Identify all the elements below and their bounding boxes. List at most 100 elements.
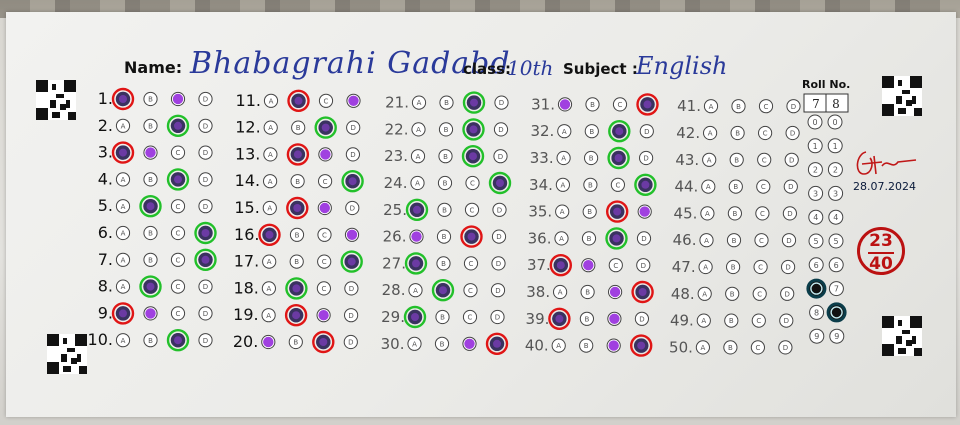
filled-tint: [146, 202, 155, 211]
question-number: 36.: [528, 229, 552, 247]
filled-tint: [174, 121, 182, 130]
option-letter: C: [176, 230, 181, 238]
question-number: 32.: [530, 122, 554, 140]
option-letter: A: [562, 128, 567, 136]
question-number: 18.: [233, 278, 258, 297]
option-letter: A: [268, 151, 273, 159]
option-letter: D: [348, 339, 353, 347]
roll-bubble-digit: 1: [833, 142, 838, 151]
roll-bubble-digit: 5: [833, 237, 838, 246]
filled-tint: [637, 341, 646, 350]
question-number: 43.: [675, 151, 699, 169]
question-number: 29.: [381, 308, 405, 326]
question-number: 47.: [672, 258, 696, 276]
filled-tint: [119, 148, 127, 157]
filled-tint: [319, 338, 328, 346]
option-letter: B: [733, 183, 738, 191]
option-letter: C: [323, 178, 328, 186]
option-letter: D: [203, 176, 208, 184]
option-letter: A: [559, 235, 564, 243]
option-letter: D: [788, 183, 793, 191]
omr-photo: Name: Bhabagrahi Gadabd class: 10th Subj…: [0, 0, 960, 425]
option-letter: D: [496, 260, 501, 268]
filled-tint: [613, 207, 622, 216]
filled-tint: [293, 150, 302, 159]
answer-key-dot: [609, 313, 620, 324]
filled-tint: [201, 255, 210, 264]
option-letter: B: [440, 314, 445, 322]
answer-key-dot: [145, 308, 156, 319]
option-letter: B: [148, 176, 153, 184]
option-letter: A: [415, 180, 420, 188]
option-letter: A: [558, 289, 563, 297]
question-number: 37.: [527, 256, 551, 274]
option-letter: D: [203, 283, 208, 291]
filled-tint: [638, 288, 647, 296]
option-letter: A: [706, 183, 711, 191]
question-number: 28.: [382, 281, 406, 299]
question-number: 27.: [382, 254, 406, 272]
filled-tint: [614, 154, 623, 162]
roll-bubble-digit: 8: [814, 308, 819, 317]
question-number: 23.: [384, 147, 408, 165]
filled-tint: [469, 125, 478, 134]
option-letter: C: [468, 314, 473, 322]
filled-tint: [469, 152, 477, 161]
option-letter: A: [121, 337, 126, 345]
option-letter: A: [267, 285, 272, 293]
option-letter: D: [785, 290, 790, 298]
question-number: 50.: [669, 338, 693, 356]
filled-tint: [348, 177, 357, 186]
option-letter: D: [785, 264, 790, 272]
option-letter: A: [704, 237, 709, 245]
option-letter: A: [561, 181, 566, 189]
option-letter: A: [121, 176, 126, 184]
option-letter: D: [790, 130, 795, 138]
option-letter: C: [176, 310, 181, 318]
option-letter: B: [148, 256, 153, 264]
option-letter: C: [763, 130, 768, 138]
question-number: 3.: [98, 143, 113, 162]
roll-digit: 8: [832, 97, 840, 111]
question-number: 48.: [671, 285, 695, 303]
filled-tint: [174, 175, 182, 184]
option-letter: A: [121, 283, 126, 291]
option-letter: B: [148, 337, 153, 345]
option-letter: D: [639, 315, 644, 323]
option-letter: D: [348, 312, 353, 320]
option-letter: B: [293, 339, 298, 347]
filled-tint: [292, 284, 301, 293]
question-number: 39.: [526, 310, 550, 328]
filled-tint: [174, 336, 182, 345]
option-letter: B: [587, 208, 592, 216]
filled-tint: [347, 257, 356, 266]
option-letter: A: [707, 156, 712, 164]
filled-tint: [411, 313, 419, 321]
question-number: 21.: [385, 94, 409, 112]
question-number: 1.: [98, 89, 113, 108]
option-letter: A: [268, 124, 273, 132]
option-letter: D: [498, 126, 503, 134]
option-letter: C: [176, 149, 181, 157]
filled-tint: [556, 261, 565, 270]
option-letter: C: [760, 210, 765, 218]
question-number: 4.: [98, 169, 113, 188]
question-number: 42.: [676, 124, 700, 142]
question-number: 9.: [98, 303, 113, 322]
option-letter: B: [442, 233, 447, 241]
option-letter: D: [498, 153, 503, 161]
option-letter: B: [444, 99, 449, 107]
option-letter: D: [495, 314, 500, 322]
option-letter: A: [701, 317, 706, 325]
option-letter: B: [728, 344, 733, 352]
question-number: 22.: [385, 120, 409, 138]
option-letter: C: [321, 285, 326, 293]
option-letter: D: [349, 285, 354, 293]
option-letter: B: [732, 237, 737, 245]
filled-tint: [470, 98, 478, 107]
roll-bubble-digit: 6: [814, 261, 819, 270]
option-letter: B: [441, 260, 446, 268]
option-letter: C: [322, 231, 327, 239]
option-letter: A: [121, 122, 126, 130]
filled-tint: [615, 127, 624, 136]
